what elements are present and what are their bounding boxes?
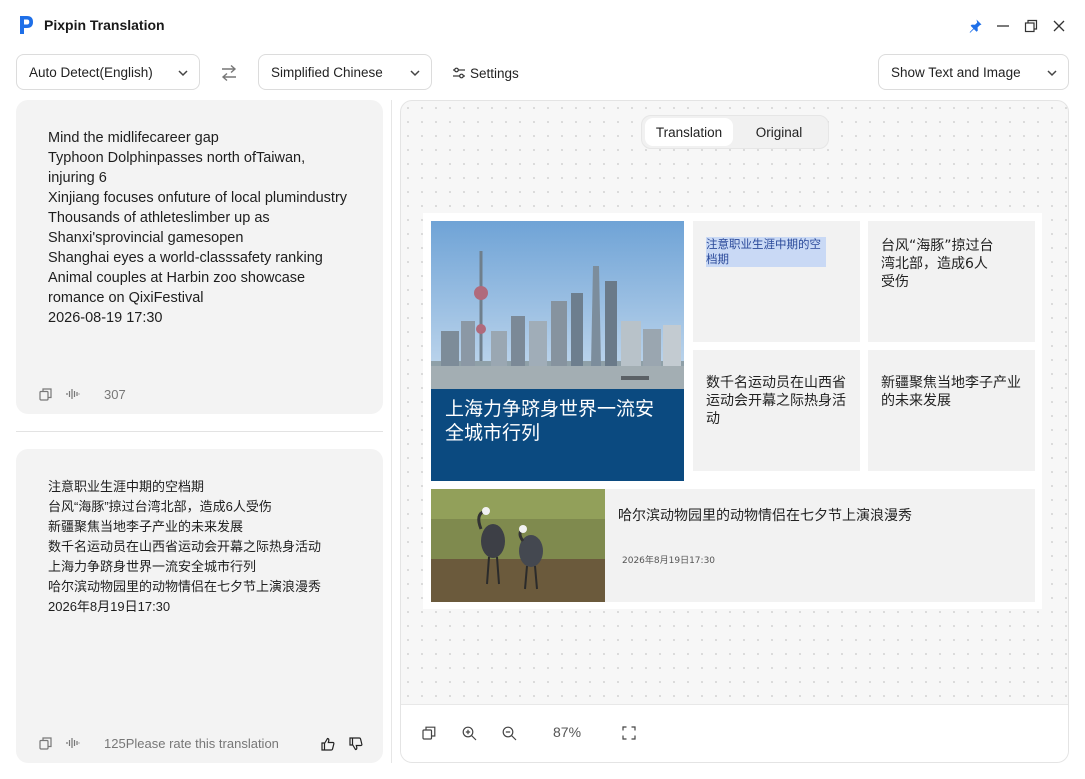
- panel-divider: [16, 431, 383, 432]
- thumbs-down-icon[interactable]: [349, 737, 363, 751]
- hero-caption: 上海力争跻身世界一流安全城市行列: [445, 398, 655, 444]
- translation-line: 2026年8月19日17:30: [48, 599, 171, 614]
- tab-original[interactable]: Original: [733, 118, 825, 146]
- translation-line: 哈尔滨动物园里的动物情侣在七夕节上演浪漫秀: [48, 579, 322, 594]
- source-line: 2026-08-19 17:30: [48, 310, 163, 326]
- source-line: Animal couples at Harbin zoo showcase ro…: [48, 270, 306, 306]
- translation-line: 上海力争跻身世界一流安全城市行列: [48, 559, 257, 574]
- title-bar: Pixpin Translation: [0, 0, 1085, 52]
- app-title: Pixpin Translation: [44, 17, 165, 33]
- headline-tile: 台风“海豚”掠过台湾北部，造成6人受伤: [868, 221, 1035, 342]
- rate-prompt: Please rate this translation: [125, 735, 279, 751]
- source-line: Xinjiang focuses onfuture of local plumi…: [48, 190, 348, 206]
- news-date[interactable]: 2026年8月19日17:30: [622, 553, 715, 566]
- chevron-down-icon: [1047, 70, 1057, 77]
- source-text[interactable]: Mind the midlifecareer gap Typhoon Dolph…: [48, 128, 348, 328]
- tile-text[interactable]: 台风“海豚”掠过台湾北部，造成6人受伤: [881, 237, 1001, 291]
- source-line: Shanghai eyes a world-classsafety rankin…: [48, 250, 323, 266]
- view-toggle: Translation Original: [641, 115, 829, 149]
- sliders-icon: [453, 67, 465, 79]
- rating-buttons: [321, 737, 363, 751]
- headline-tile: 新疆聚焦当地李子产业的未来发展: [868, 350, 1035, 471]
- speak-icon[interactable]: [66, 387, 80, 401]
- target-language-select[interactable]: Simplified Chinese: [258, 54, 432, 90]
- display-mode-value: Show Text and Image: [891, 64, 1021, 80]
- pane-divider[interactable]: [391, 100, 392, 763]
- headline-tile: 注意职业生涯中期的空档期: [693, 221, 860, 342]
- copy-icon[interactable]: [38, 736, 52, 750]
- translation-line: 数千名运动员在山西省运动会开幕之际热身活动: [48, 539, 322, 554]
- thumbs-up-icon[interactable]: [321, 737, 335, 751]
- translation-text[interactable]: 注意职业生涯中期的空档期 台风“海豚”掠过台湾北部，造成6人受伤 新疆聚焦当地李…: [48, 477, 348, 617]
- zoom-in-icon[interactable]: [460, 724, 478, 742]
- news-title[interactable]: 哈尔滨动物园里的动物情侣在七夕节上演浪漫秀: [618, 505, 912, 525]
- restore-icon[interactable]: [1022, 17, 1040, 35]
- hero-image: 上海力争跻身世界一流安全城市行列: [431, 221, 684, 481]
- close-icon[interactable]: [1050, 17, 1068, 35]
- source-language-select[interactable]: Auto Detect(English): [16, 54, 200, 90]
- source-line: Thousands of athleteslimber up as Shanxi…: [48, 210, 270, 246]
- cranes-photo: [431, 489, 605, 602]
- translation-footer: 125 Please rate this translation: [38, 733, 279, 753]
- copy-icon[interactable]: [38, 387, 52, 401]
- translation-line: 台风“海豚”掠过台湾北部，造成6人受伤: [48, 499, 272, 514]
- source-char-count: 307: [104, 386, 126, 402]
- settings-button[interactable]: Settings: [452, 62, 519, 84]
- source-line: Typhoon Dolphinpasses north ofTaiwan, in…: [48, 150, 306, 186]
- translation-char-count: 125: [104, 735, 126, 751]
- tile-text[interactable]: 新疆聚焦当地李子产业的未来发展: [881, 374, 1021, 410]
- translation-text-panel[interactable]: 注意职业生涯中期的空档期 台风“海豚”掠过台湾北部，造成6人受伤 新疆聚焦当地李…: [16, 449, 383, 763]
- translated-image[interactable]: 上海力争跻身世界一流安全城市行列 注意职业生涯中期的空档期 台风“海豚”掠过台湾…: [423, 213, 1042, 609]
- source-line: Mind the midlifecareer gap: [48, 130, 219, 146]
- chevron-down-icon: [410, 70, 420, 77]
- copy-image-icon[interactable]: [420, 724, 438, 742]
- swap-languages-icon[interactable]: [219, 63, 239, 83]
- speak-icon[interactable]: [66, 736, 80, 750]
- tile-text[interactable]: 注意职业生涯中期的空档期: [706, 237, 826, 267]
- zoom-out-icon[interactable]: [500, 724, 518, 742]
- preview-toolbar: 87%: [401, 704, 1068, 762]
- zoom-level: 87%: [553, 724, 582, 740]
- hero-caption-band: 上海力争跻身世界一流安全城市行列: [431, 389, 684, 481]
- minimize-icon[interactable]: [994, 17, 1012, 35]
- source-footer: 307: [38, 384, 126, 404]
- news-row: 哈尔滨动物园里的动物情侣在七夕节上演浪漫秀 2026年8月19日17:30: [431, 489, 1035, 602]
- source-text-panel[interactable]: Mind the midlifecareer gap Typhoon Dolph…: [16, 100, 383, 414]
- tab-translation[interactable]: Translation: [645, 118, 733, 146]
- tile-text[interactable]: 数千名运动员在山西省运动会开幕之际热身活动: [706, 374, 846, 428]
- translation-line: 注意职业生涯中期的空档期: [48, 479, 205, 494]
- image-preview-panel: Translation Original 上海力争跻身世界一流安全城市行列 注意…: [400, 100, 1069, 763]
- settings-label: Settings: [470, 65, 519, 81]
- headline-tile: 数千名运动员在山西省运动会开幕之际热身活动: [693, 350, 860, 471]
- target-language-value: Simplified Chinese: [271, 64, 383, 80]
- pixpin-logo-icon: [20, 16, 33, 34]
- fullscreen-icon[interactable]: [620, 724, 638, 742]
- display-mode-select[interactable]: Show Text and Image: [878, 54, 1069, 90]
- chevron-down-icon: [178, 70, 188, 77]
- translation-line: 新疆聚焦当地李子产业的未来发展: [48, 519, 244, 534]
- pin-icon[interactable]: [966, 17, 984, 35]
- source-language-value: Auto Detect(English): [29, 64, 153, 80]
